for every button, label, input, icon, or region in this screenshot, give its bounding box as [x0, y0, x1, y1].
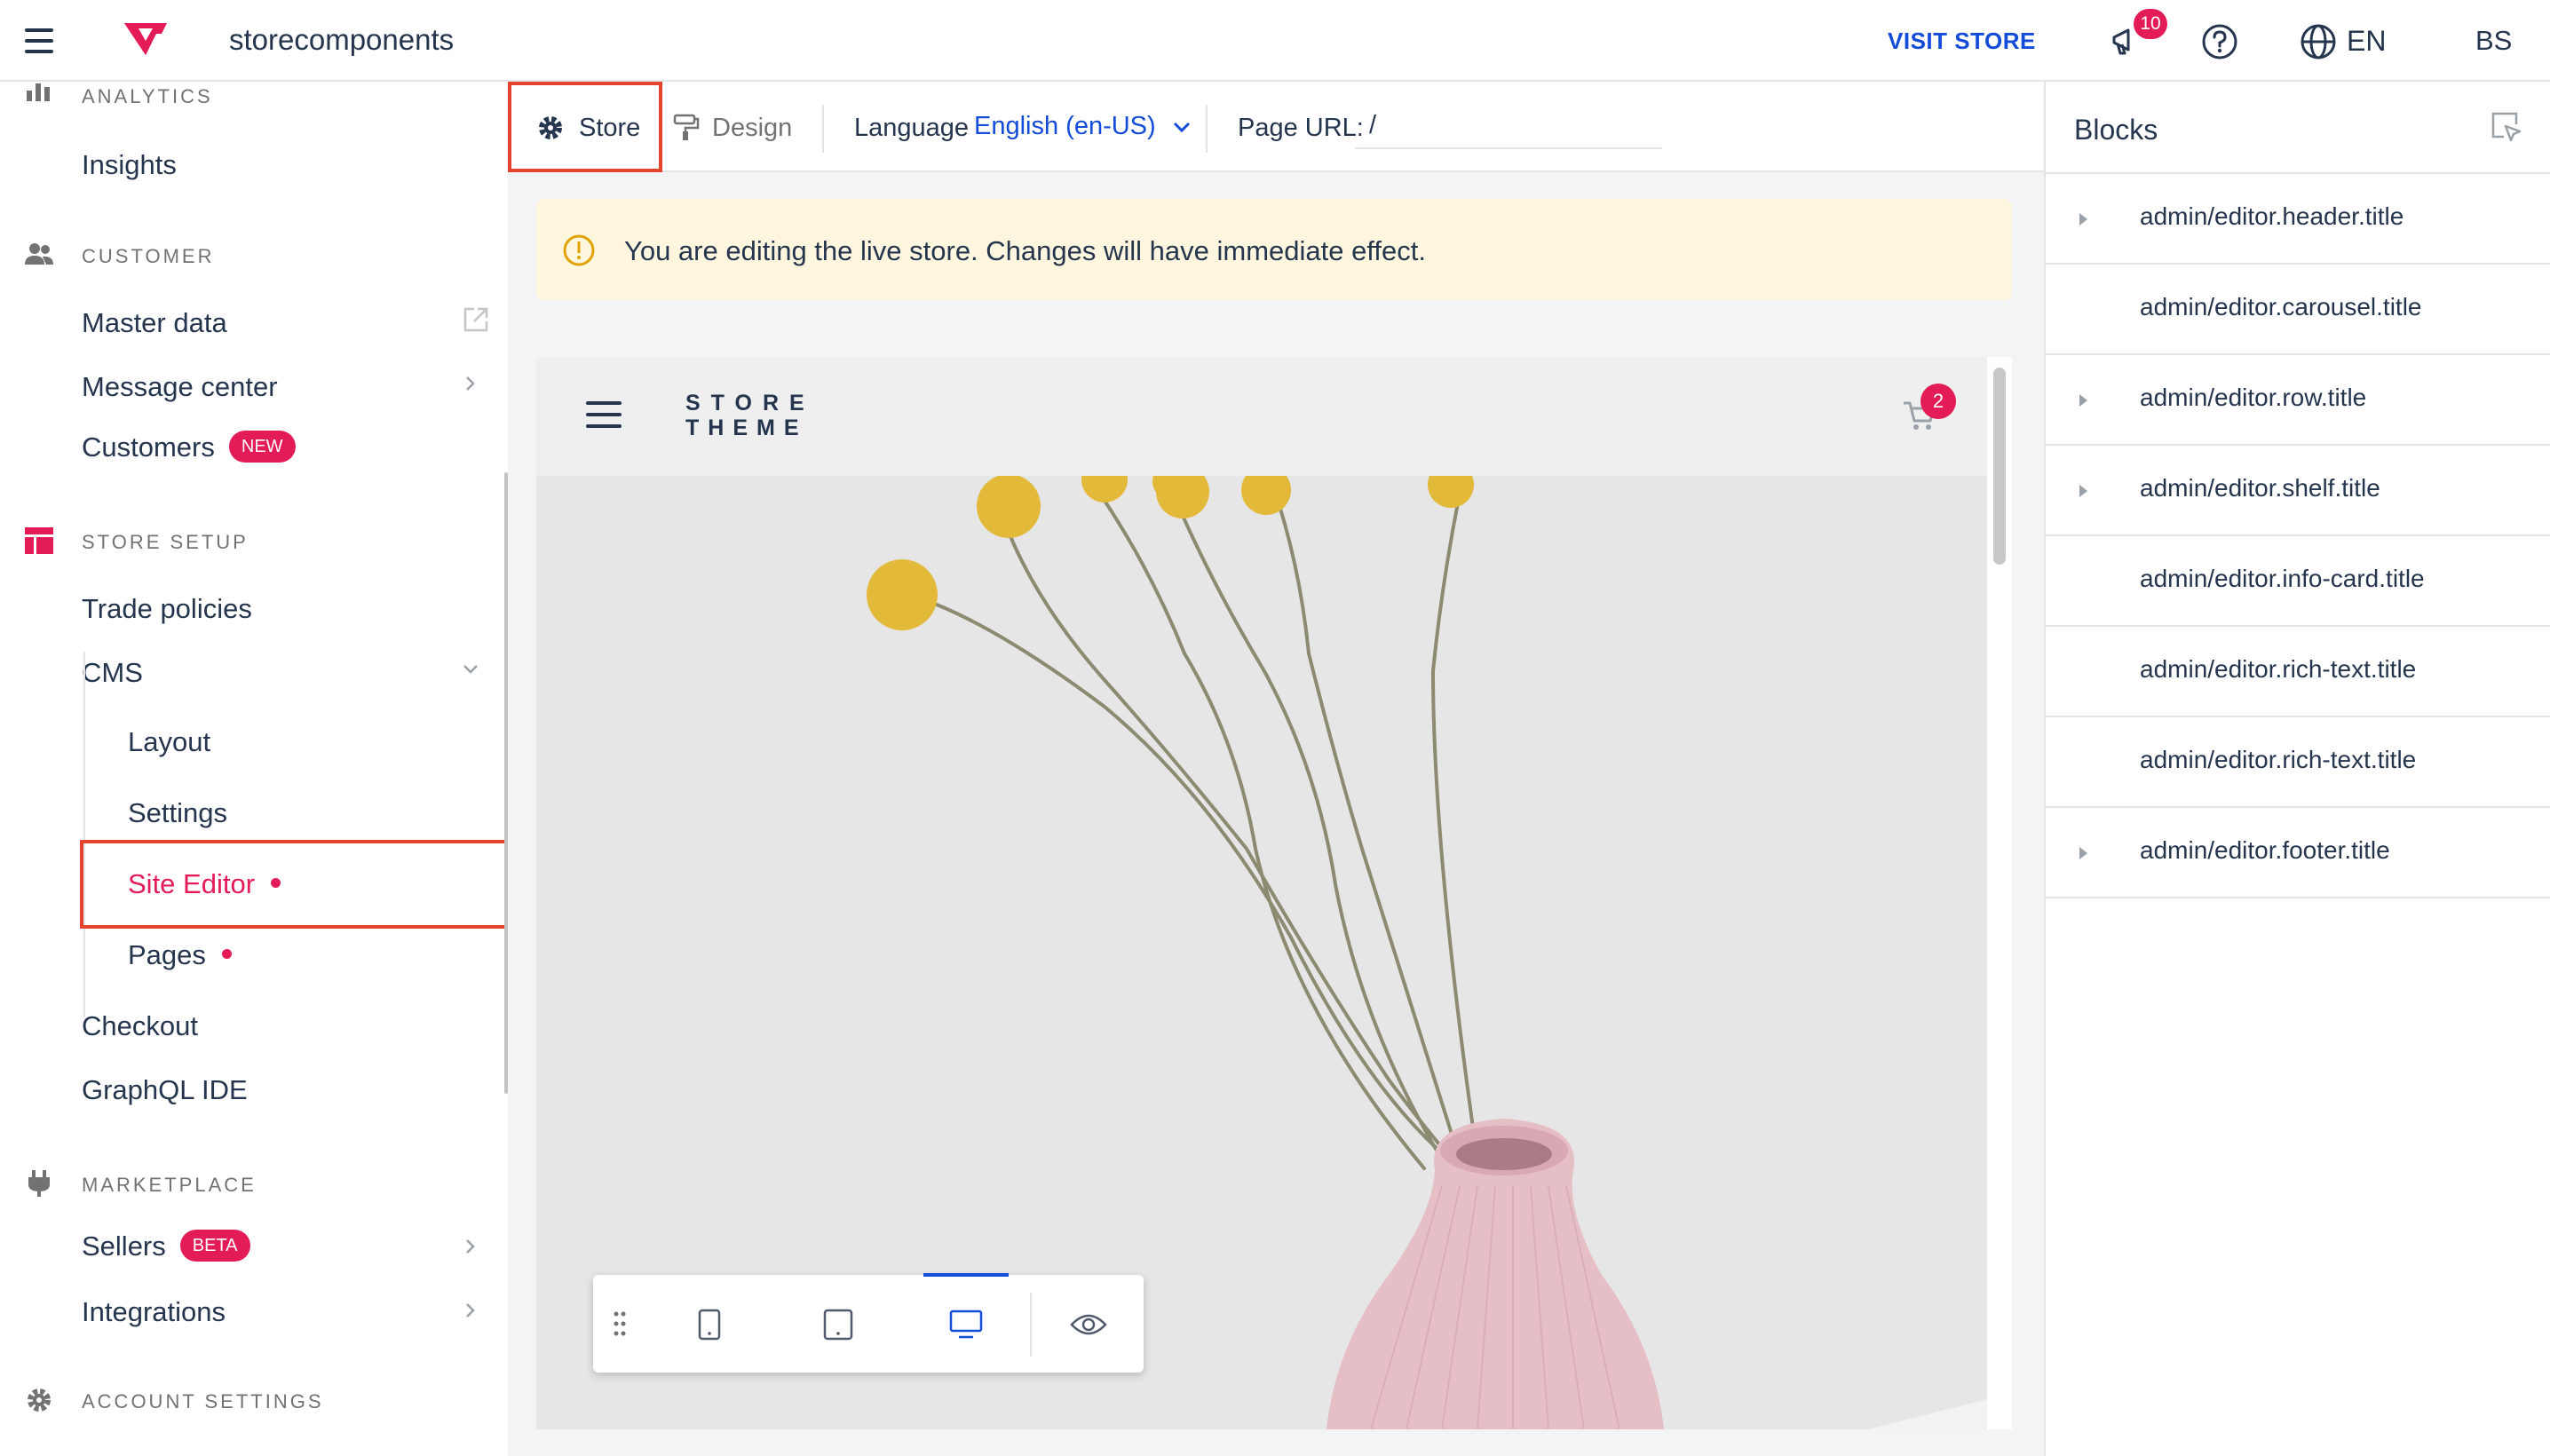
sidebar-section-label: ACCOUNT SETTINGS — [82, 1390, 324, 1412]
sidebar-item-settings[interactable]: Settings — [128, 797, 227, 829]
language-selector[interactable]: EN — [2347, 25, 2386, 58]
preview-menu-icon[interactable] — [586, 400, 622, 430]
sidebar-section-label: MARKETPLACE — [82, 1174, 257, 1196]
sidebar-section-label: STORE SETUP — [82, 531, 249, 553]
sidebar-item-layout[interactable]: Layout — [128, 726, 210, 758]
block-label: admin/editor.rich-text.title — [2140, 746, 2417, 773]
block-row[interactable]: admin/editor.row.title — [2046, 355, 2550, 446]
chevron-down-icon[interactable] — [462, 661, 479, 678]
chevron-right-icon — [466, 1303, 475, 1318]
user-avatar[interactable]: BS — [2475, 25, 2512, 57]
page-url-label: Page URL: — [1238, 114, 1364, 142]
warning-text: You are editing the live store. Changes … — [624, 235, 1426, 266]
new-badge: NEW — [228, 430, 296, 463]
block-row[interactable]: admin/editor.shelf.title — [2046, 446, 2550, 536]
sidebar-item-label: Pages — [128, 939, 206, 970]
status-dot — [221, 949, 232, 960]
external-link-icon[interactable] — [462, 305, 490, 334]
block-label: admin/editor.footer.title — [2140, 836, 2390, 864]
sidebar-item-graphql-ide[interactable]: GraphQL IDE — [82, 1074, 248, 1106]
desktop-icon[interactable] — [948, 1309, 984, 1341]
language-label: Language — [854, 114, 970, 142]
block-label: admin/editor.rich-text.title — [2140, 655, 2417, 683]
store-layout-icon — [25, 527, 53, 554]
blocks-panel-title: Blocks — [2074, 114, 2158, 146]
help-icon[interactable] — [2201, 23, 2238, 60]
sidebar-item-sellers[interactable]: Sellers BETA — [82, 1229, 250, 1264]
chevron-right-icon — [466, 1239, 475, 1254]
sidebar-item-label: Sellers — [82, 1230, 166, 1262]
block-label: admin/editor.carousel.title — [2140, 293, 2422, 320]
cart-count-badge: 2 — [1920, 384, 1956, 419]
paint-roller-icon[interactable] — [671, 112, 701, 142]
chevron-right-icon — [466, 376, 475, 391]
sidebar-item-checkout[interactable]: Checkout — [82, 1010, 198, 1042]
sidebar-item-master-data[interactable]: Master data — [82, 307, 227, 339]
account-name: storecomponents — [229, 23, 455, 56]
block-row[interactable]: admin/editor.rich-text.title — [2046, 717, 2550, 808]
sidebar-item-message-center[interactable]: Message center — [82, 371, 278, 403]
sidebar-section-label: ANALYTICS — [82, 85, 213, 107]
sidebar-section-analytics: ANALYTICS — [0, 82, 508, 117]
expand-caret-icon[interactable] — [2079, 485, 2087, 497]
tablet-icon[interactable] — [822, 1309, 854, 1341]
chevron-down-icon[interactable] — [1170, 117, 1193, 137]
hamburger-menu-icon[interactable] — [20, 25, 59, 57]
language-dropdown[interactable]: English (en-US) — [974, 112, 1156, 141]
drag-handle-icon[interactable] — [613, 1310, 627, 1337]
block-label: admin/editor.header.title — [2140, 202, 2404, 230]
sidebar-item-insights[interactable]: Insights — [82, 149, 177, 181]
block-label: admin/editor.shelf.title — [2140, 474, 2380, 502]
expand-caret-icon[interactable] — [2079, 394, 2087, 407]
sidebar-section-store-setup: STORE SETUP — [0, 524, 508, 559]
active-device-indicator — [923, 1273, 1009, 1277]
beta-badge: BETA — [179, 1229, 250, 1262]
gear-icon — [28, 1389, 51, 1412]
warning-icon — [563, 234, 595, 266]
notification-badge: 10 — [2134, 9, 2167, 39]
block-label: admin/editor.row.title — [2140, 384, 2367, 411]
block-row[interactable]: admin/editor.rich-text.title — [2046, 627, 2550, 717]
device-toolbar-divider — [1030, 1293, 1032, 1357]
sidebar-item-integrations[interactable]: Integrations — [82, 1296, 226, 1328]
preview-scrollbar-thumb[interactable] — [1993, 368, 2006, 565]
block-row[interactable]: admin/editor.info-card.title — [2046, 536, 2550, 627]
block-row[interactable]: admin/editor.footer.title — [2046, 808, 2550, 898]
highlight-box-site-editor — [80, 840, 508, 929]
sidebar-section-marketplace: MARKETPLACE — [0, 1167, 508, 1202]
sidebar-section-account-settings: ACCOUNT SETTINGS — [0, 1383, 508, 1419]
sidebar-item-cms[interactable]: CMS — [82, 657, 143, 689]
sidebar-section-label: CUSTOMER — [82, 245, 215, 267]
toolbar-divider — [1206, 105, 1208, 153]
tab-design[interactable]: Design — [712, 114, 792, 143]
expand-caret-icon[interactable] — [2079, 847, 2087, 859]
toolbar-divider — [822, 105, 824, 153]
block-row[interactable]: admin/editor.header.title — [2046, 174, 2550, 265]
block-row[interactable]: admin/editor.carousel.title — [2046, 265, 2550, 355]
block-label: admin/editor.info-card.title — [2140, 565, 2425, 592]
mobile-icon[interactable] — [696, 1309, 723, 1341]
visit-store-link[interactable]: VISIT STORE — [1888, 28, 2036, 55]
highlight-box-store-tab — [508, 82, 662, 172]
preview-logo-line1[interactable]: STORE — [685, 391, 815, 416]
sidebar-item-label: Customers — [82, 431, 215, 463]
plug-icon — [28, 1170, 50, 1197]
page-url-input[interactable] — [1355, 103, 1662, 149]
sidebar: ANALYTICS Insights CUSTOMER Master data … — [0, 82, 508, 1456]
globe-icon[interactable] — [2300, 23, 2337, 60]
users-icon — [25, 243, 53, 265]
vtex-logo-icon[interactable] — [123, 20, 169, 60]
device-toolbar — [593, 1275, 1144, 1373]
bar-chart-icon — [27, 83, 50, 101]
sidebar-item-customers[interactable]: Customers NEW — [82, 430, 296, 465]
sidebar-item-trade-policies[interactable]: Trade policies — [82, 593, 252, 625]
select-block-icon[interactable] — [2490, 110, 2523, 144]
cms-tree-line — [83, 652, 85, 1017]
top-bar: storecomponents VISIT STORE 10 EN BS — [0, 0, 2550, 82]
sidebar-item-pages[interactable]: Pages — [128, 939, 232, 971]
sidebar-section-customer: CUSTOMER — [0, 238, 508, 273]
expand-caret-icon[interactable] — [2079, 213, 2087, 226]
preview-logo-line2[interactable]: THEME — [685, 415, 808, 441]
preview-eye-icon[interactable] — [1069, 1312, 1108, 1337]
